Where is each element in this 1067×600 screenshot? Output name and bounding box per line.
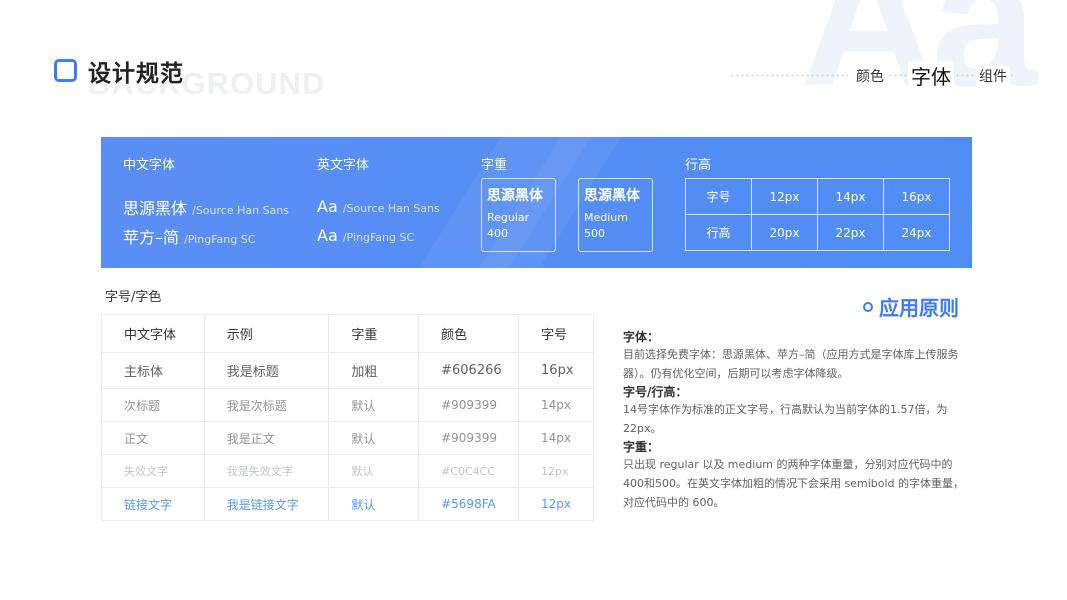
line-height-cell: 20px	[751, 214, 818, 251]
table-row: 主标体 我是标题 加粗 #606266 16px	[101, 352, 594, 389]
table-row: 正文 我是正文 默认 #909399 14px	[101, 421, 594, 455]
rule-text: 只出现 regular 以及 medium 的两种字体重量，分别对应代码中的40…	[623, 458, 965, 509]
table-header-cell: 中文字体	[101, 314, 205, 353]
table-row: 失效文字 我是失效文字 默认 #C0C4CC 12px	[101, 454, 594, 488]
table-cell: 主标体	[101, 352, 205, 389]
weight-value: 500	[584, 227, 605, 240]
rule-heading: 字号/行高：	[623, 385, 688, 399]
line-height-cell: 14px	[817, 178, 884, 215]
en-font-sample: Aa	[317, 197, 338, 216]
table-cell: #C0C4CC	[418, 454, 520, 488]
table-cell: 14px	[518, 421, 594, 455]
table-cell: 默认	[328, 421, 420, 455]
table-cell: 我是次标题	[203, 388, 330, 422]
table-cell: 次标题	[101, 388, 205, 422]
table-cell: 我是失效文字	[203, 454, 330, 488]
table-row: 次标题 我是次标题 默认 #909399 14px	[101, 388, 594, 422]
weight-label: Medium	[584, 211, 628, 224]
nav-item-colors[interactable]: 颜色	[853, 66, 887, 86]
font-spec-table: 中文字体 示例 字重 颜色 字号 主标体 我是标题 加粗 #606266 16p…	[101, 314, 594, 521]
line-height-cell: 16px	[883, 178, 950, 215]
table-header-cell: 字重	[328, 314, 420, 353]
line-height-row-label: 行高	[685, 214, 752, 251]
line-height-table: 字号 12px 14px 16px 行高 20px 22px 24px	[685, 178, 950, 251]
table-header-cell: 示例	[203, 314, 330, 353]
table-cell: 默认	[328, 388, 420, 422]
nav-item-components[interactable]: 组件	[976, 66, 1010, 86]
weight-card-regular: 思源黑体 Regular 400	[481, 178, 556, 252]
weight-heading: 字重	[481, 158, 508, 173]
table-header-cell: 颜色	[418, 314, 520, 353]
line-height-cell: 24px	[883, 214, 950, 251]
watermark-aa: Aa	[800, 0, 1037, 115]
dotted-divider	[730, 73, 848, 78]
table-cell: 我是正文	[203, 421, 330, 455]
weight-font-name: 思源黑体	[584, 188, 640, 204]
table-cell: 12px	[518, 454, 594, 488]
table-row: 链接文字 我是链接文字 默认 #5698FA 12px	[101, 487, 594, 521]
link-text-example[interactable]: 我是链接文字	[203, 487, 330, 521]
en-font-name: /Source Han Sans	[342, 202, 440, 215]
line-height-row: 行高 20px 22px 24px	[685, 214, 950, 251]
en-font-heading: 英文字体	[317, 158, 370, 173]
nav-item-fonts[interactable]: 字体	[908, 61, 954, 90]
line-height-row: 字号 12px 14px 16px	[685, 178, 950, 215]
rule-heading: 字体：	[623, 330, 660, 344]
table-cell: 加粗	[328, 352, 420, 389]
cn-font-name: 苹方–简	[123, 228, 180, 247]
table-cell: #606266	[418, 352, 520, 389]
rule-text: 目前选择免费字体：思源黑体、苹方–简（应用方式是字体库上传服务器）。仍有优化空间…	[623, 348, 959, 380]
rounded-square-icon	[54, 59, 77, 82]
table-cell: #909399	[418, 421, 520, 455]
table-cell: 12px	[518, 487, 594, 521]
line-height-heading: 行高	[685, 158, 712, 173]
table-cell: #5698FA	[418, 487, 520, 521]
table-cell: 失效文字	[101, 454, 205, 488]
en-font-name: /PingFang SC	[342, 231, 415, 244]
cn-font-name: 思源黑体	[123, 199, 188, 218]
table-header-cell: 字号	[518, 314, 594, 353]
en-font-item: Aa /Source Han Sans	[317, 197, 440, 216]
table-cell: 我是标题	[203, 352, 330, 389]
circle-bullet-icon	[863, 302, 873, 312]
weight-font-name: 思源黑体	[487, 188, 543, 204]
rule-heading: 字重：	[623, 440, 660, 454]
table-cell: 正文	[101, 421, 205, 455]
font-overview-banner: 中文字体 思源黑体 /Source Han Sans 苹方–简 /PingFan…	[101, 137, 972, 268]
table-cell: 14px	[518, 388, 594, 422]
principles-body: 字体： 目前选择免费字体：思源黑体、苹方–简（应用方式是字体库上传服务器）。仍有…	[623, 328, 968, 512]
line-height-cell: 22px	[817, 214, 884, 251]
table-cell: 默认	[328, 487, 420, 521]
table-cell: #909399	[418, 388, 520, 422]
weight-value: 400	[487, 227, 508, 240]
cn-font-en-name: /PingFang SC	[184, 233, 256, 246]
line-height-row-label: 字号	[685, 178, 752, 215]
en-font-item: Aa /PingFang SC	[317, 226, 414, 245]
en-font-sample: Aa	[317, 226, 338, 245]
spec-section-label: 字号/字色	[105, 290, 162, 305]
cn-font-heading: 中文字体	[123, 158, 176, 173]
table-cell: 链接文字	[101, 487, 205, 521]
principles-title: 应用原则	[879, 296, 959, 320]
cn-font-en-name: /Source Han Sans	[192, 204, 289, 217]
line-height-cell: 12px	[751, 178, 818, 215]
weight-card-medium: 思源黑体 Medium 500	[578, 178, 653, 252]
page-title: 设计规范	[88, 61, 184, 87]
table-cell: 默认	[328, 454, 420, 488]
cn-font-item: 苹方–简 /PingFang SC	[123, 224, 255, 248]
rule-text: 14号字体作为标准的正文字号，行高默认为当前字体的1.57倍，为22px。	[623, 403, 948, 435]
cn-font-item: 思源黑体 /Source Han Sans	[123, 195, 289, 219]
weight-label: Regular	[487, 211, 530, 224]
table-header-row: 中文字体 示例 字重 颜色 字号	[101, 314, 594, 353]
table-cell: 16px	[518, 352, 594, 389]
dotted-divider	[888, 73, 910, 78]
